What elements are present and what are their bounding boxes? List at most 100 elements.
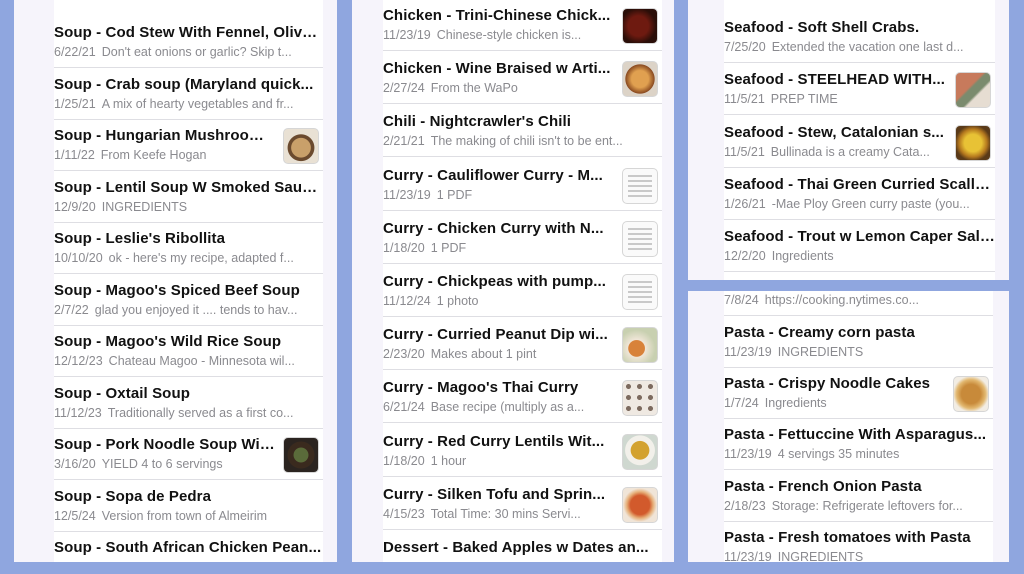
note-subtitle: 7/8/24 https://cooking.nytimes.co... [724,293,993,307]
note-preview: Ingredients [771,249,834,264]
note-title: Pasta - Crispy Noodle Cakes [724,375,931,393]
note-title: Soup - South African Chicken Pean... [54,539,322,556]
recipe-photo-thumbnail [283,128,319,164]
note-subtitle: 11/5/21 PREP TIME [724,92,947,106]
note-title: Soup - Lentil Soup W Smoked Saus... [54,178,323,196]
note-title: Soup - Magoo's Wild Rice Soup [54,333,282,350]
note-list-item[interactable]: Chicken - Trini-Chinese Chick... 11/23/19… [383,0,662,51]
seafood-list-panel: Seafood - Soft Shell Crabs. 7/25/20 Extend… [688,0,1009,280]
note-list-item[interactable]: Soup - Sopa de Pedra 12/5/24 Version from … [54,480,323,532]
note-list-item[interactable]: Seafood - Thai Green Curried Scallo... 1/… [724,168,995,220]
note-title: Curry - Curried Peanut Dip wi... [383,326,608,344]
note-list-item[interactable]: Soup - Oxtail Soup 11/12/23 Traditionally … [54,377,323,429]
note-title: Pasta - French Onion Pasta [724,477,922,495]
note-date: 1/18/20 [383,240,425,255]
note-preview: Makes about 1 pint [430,347,537,362]
recipe-photo-thumbnail [622,61,658,98]
note-title: Soup - Sopa de Pedra [54,487,212,505]
note-preview: A mix of hearty vegetables and fr... [101,96,294,111]
note-list-item[interactable]: Pasta - Fresh tomatoes with Pasta 11/23/1… [724,521,993,562]
note-preview: Chateau Magoo - Minnesota wil... [108,354,295,368]
note-date: 12/9/20 [54,199,96,214]
note-subtitle: 2/18/23 Storage: Refrigerate leftovers fo… [724,499,993,513]
note-list-item[interactable]: Soup - Leslie's Ribollita 10/10/20 ok - he… [54,222,323,274]
note-list-item[interactable]: Seafood - Trout w Lemon Caper Salsa 12/2/… [724,220,995,273]
note-list-item[interactable]: Soup - Crab soup (Maryland quick... 1/25/… [54,68,323,120]
note-subtitle: 11/23/19 INGREDIENTS [724,345,993,359]
note-title: Pasta - Fresh tomatoes with Pasta [724,528,971,546]
note-subtitle: 1/7/24 Ingredients [724,396,945,410]
note-date: 11/5/21 [724,144,765,159]
note-subtitle: 11/23/19 INGREDIENTS [724,550,993,562]
note-list-item[interactable]: Seafood - Soft Shell Crabs. 7/25/20 Extend… [724,11,995,63]
note-subtitle: 10/10/20 ok - here's my recipe, adapted f… [54,251,323,265]
note-list-item[interactable]: Curry - Silken Tofu and Sprin... 4/15/23 T… [383,478,662,530]
soup-list-panel: Soup - Cod Stew With Fennel, Olive... 6/2… [14,0,337,562]
note-list-item[interactable]: Pasta - Fettuccine With Asparagus... 11/2… [724,418,993,471]
note-list-item[interactable]: Curry - Curried Peanut Dip wi... 2/23/20 M… [383,318,662,371]
note-title: Soup - Pork Noodle Soup Wit... [54,436,275,453]
note-date: 10/10/20 [54,251,103,265]
note-preview: ok - here's my recipe, adapted f... [108,251,294,265]
recipe-photo-thumbnail [622,327,658,364]
note-title: Curry - Red Curry Lentils Wit... [383,432,605,450]
note-date: 3/16/20 [54,457,96,471]
note-title: Seafood - STEELHEAD WITH... [724,71,946,89]
note-title: Seafood - Stew, Catalonian s... [724,123,945,141]
note-title: Chicken - Wine Braised w Arti... [383,60,611,78]
note-list-item[interactable]: Pasta - Crispy Noodle Cakes 1/7/24 Ingredi… [724,367,993,420]
note-date: 2/21/21 [383,134,425,149]
note-list-item[interactable]: Seafood - STEELHEAD WITH... 11/5/21 PREP T… [724,63,995,116]
note-date: 12/5/24 [54,508,96,523]
recipe-photo-thumbnail [283,437,319,473]
note-preview: INGREDIENTS [777,345,864,359]
note-list-item[interactable]: Soup - Lentil Soup W Smoked Saus... 12/9/… [54,171,323,223]
pdf-thumbnail-icon [622,274,658,310]
pdf-thumbnail-icon [622,167,658,204]
note-list-item[interactable]: Soup - South African Chicken Pean... [54,531,323,562]
note-subtitle: 12/12/23 Chateau Magoo - Minnesota wil... [54,354,323,368]
note-list-item[interactable]: Curry - Chicken Curry with N... 1/18/20 1 … [383,212,662,264]
note-preview: Version from town of Almeirim [101,508,268,523]
note-subtitle: 7/25/20 Extended the vacation one last d.… [724,40,995,54]
note-list-item[interactable]: Curry - Magoo's Thai Curry 6/21/24 Base re… [383,371,662,424]
note-date: 11/12/23 [54,405,102,420]
recipe-photo-thumbnail [953,376,989,413]
note-title: Curry - Chickpeas with pump... [383,273,607,290]
note-list-item[interactable]: Curry - Chickpeas with pump... 11/12/24 1 … [383,265,662,317]
note-list-item[interactable]: Chicken - Wine Braised w Arti... 2/27/24 F… [383,52,662,105]
note-list-item[interactable]: Pasta - Creamy corn pasta 11/23/19 INGREDI… [724,316,993,368]
note-list-item[interactable]: Soup - Magoo's Spiced Beef Soup 2/7/22 gla… [54,274,323,326]
note-preview: YIELD 4 to 6 servings [101,457,223,471]
note-subtitle: 11/23/19 4 servings 35 minutes [724,447,993,461]
note-list-item[interactable]: Soup - Cod Stew With Fennel, Olive... 6/2… [54,16,323,68]
note-list-item[interactable]: Dessert - Baked Apples w Dates an... [383,531,662,562]
note-title: Chicken - Trini-Chinese Chick... [383,7,611,24]
note-list-item[interactable]: Soup - Hungarian Mushroom... 1/11/22 From … [54,119,323,171]
note-subtitle: 11/12/24 1 photo [383,294,614,308]
note-title: Curry - Magoo's Thai Curry [383,379,579,397]
note-preview: -Mae Ploy Green curry paste (you... [771,196,970,211]
note-subtitle: 1/25/21 A mix of hearty vegetables and fr… [54,97,323,111]
note-preview: Base recipe (multiply as a... [430,400,585,415]
note-list-item-partial[interactable]: 7/8/24 https://cooking.nytimes.co... [724,291,993,316]
note-list-item[interactable]: Soup - Pork Noodle Soup Wit... 3/16/20 YIE… [54,428,323,480]
note-list-item[interactable]: Soup - Magoo's Wild Rice Soup 12/12/23 Cha… [54,325,323,377]
note-date: 2/18/23 [724,498,766,513]
note-date: 11/12/24 [383,294,431,308]
note-subtitle: 6/21/24 Base recipe (multiply as a... [383,400,614,414]
note-list-item[interactable]: Chili - Nightcrawler's Chili 2/21/21 The m… [383,105,662,158]
note-list-item[interactable]: Pasta - French Onion Pasta 2/18/23 Storage… [724,470,993,522]
chicken-curry-list-panel: Chicken - Trini-Chinese Chick... 11/23/19… [352,0,674,562]
note-title: Soup - Hungarian Mushroom... [54,127,275,144]
note-list-item[interactable]: Curry - Red Curry Lentils Wit... 1/18/20 1… [383,425,662,477]
note-date: 1/26/21 [724,196,766,211]
note-subtitle: 6/22/21 Don't eat onions or garlic? Skip … [54,45,323,59]
note-list-item[interactable]: Curry - Cauliflower Curry - M... 11/23/19… [383,159,662,211]
pasta-list: 7/8/24 https://cooking.nytimes.co... Pasta… [724,291,993,562]
note-date: 6/22/21 [54,45,96,59]
note-preview: From Keefe Hogan [100,148,207,162]
note-list-item[interactable]: Seafood - Stew, Catalonian s... 11/5/21 Bu… [724,116,995,168]
recipe-photo-thumbnail [622,8,658,44]
note-title: Soup - Oxtail Soup [54,384,190,402]
